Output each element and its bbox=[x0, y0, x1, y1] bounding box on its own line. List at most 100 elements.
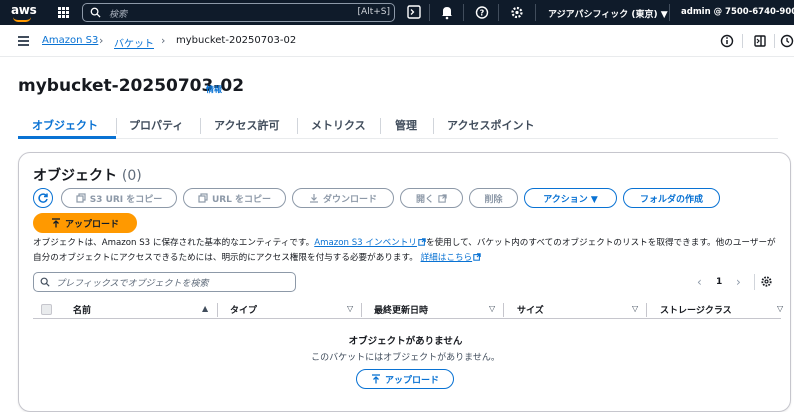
object-filter-input[interactable]: プレフィックスでオブジェクトを検索 bbox=[33, 272, 296, 292]
objects-count: (0) bbox=[121, 168, 142, 184]
download-label: ダウンロード bbox=[322, 194, 377, 205]
copy-icon bbox=[198, 193, 208, 203]
current-page-number[interactable]: 1 bbox=[716, 277, 722, 287]
nav-divider bbox=[429, 4, 430, 21]
column-last-modified[interactable]: 最終更新日時 bbox=[374, 303, 428, 316]
nav-divider bbox=[498, 4, 499, 21]
tab-permissions[interactable]: アクセス許可 bbox=[214, 117, 279, 133]
next-page-button[interactable]: › bbox=[736, 275, 741, 289]
table-settings-icon[interactable] bbox=[760, 275, 773, 288]
tab-divider bbox=[433, 118, 434, 134]
delete-button[interactable]: 削除 bbox=[469, 188, 518, 208]
description-text-1: オブジェクトは、Amazon S3 に保存された基本的なエンティティです。 bbox=[33, 238, 315, 248]
breadcrumb-bar: Amazon S3 › バケット › mybucket-20250703-02 bbox=[0, 25, 794, 57]
objects-heading-label: オブジェクト bbox=[33, 168, 117, 184]
info-circle-icon[interactable] bbox=[719, 33, 735, 49]
tab-properties[interactable]: プロパティ bbox=[129, 117, 183, 133]
upload-icon bbox=[371, 374, 380, 384]
column-divider bbox=[503, 303, 504, 317]
external-link-icon bbox=[418, 238, 426, 246]
tab-metrics[interactable]: メトリクス bbox=[311, 117, 366, 133]
sort-icon[interactable]: ▽ bbox=[489, 304, 495, 313]
copy-s3-uri-button[interactable]: S3 URI をコピー bbox=[61, 188, 177, 208]
learn-more-link[interactable]: 詳細はこちら bbox=[421, 253, 473, 263]
panel-toggle-icon[interactable] bbox=[752, 33, 768, 49]
chevron-right-icon: › bbox=[99, 34, 104, 47]
actions-dropdown[interactable]: アクション ▼ bbox=[524, 188, 617, 208]
upload-icon bbox=[51, 218, 60, 228]
svg-text:?: ? bbox=[480, 8, 485, 17]
gear-icon[interactable] bbox=[507, 3, 527, 22]
sort-ascending-icon[interactable]: ▲ bbox=[202, 304, 208, 313]
bell-icon[interactable] bbox=[437, 3, 457, 22]
breadcrumb-current-bucket: mybucket-20250703-02 bbox=[176, 35, 297, 46]
tab-divider bbox=[380, 118, 381, 134]
objects-description: オブジェクトは、Amazon S3 に保存された基本的なエンティティです。Ama… bbox=[33, 236, 778, 266]
aws-logo[interactable]: aws bbox=[10, 3, 40, 22]
column-storage-class[interactable]: ストレージクラス bbox=[660, 303, 732, 316]
objects-table-header: 名前 ▲ タイプ ▽ 最終更新日時 ▽ サイズ ▽ ストレージクラス ▽ bbox=[33, 301, 783, 319]
nav-divider bbox=[535, 4, 536, 21]
pager-divider bbox=[754, 274, 755, 290]
column-type[interactable]: タイプ bbox=[230, 303, 257, 316]
cloudshell-icon[interactable] bbox=[404, 3, 424, 22]
clock-icon[interactable] bbox=[779, 33, 794, 49]
refresh-icon bbox=[38, 193, 48, 203]
s3-inventory-link[interactable]: Amazon S3 インベントリ bbox=[314, 238, 417, 248]
column-divider bbox=[646, 303, 647, 317]
utility-divider bbox=[742, 34, 743, 48]
create-folder-label: フォルダの作成 bbox=[639, 194, 703, 205]
column-divider bbox=[217, 303, 218, 317]
column-divider bbox=[361, 303, 362, 317]
search-icon bbox=[90, 7, 101, 18]
sort-icon[interactable]: ▽ bbox=[632, 304, 638, 313]
utility-divider bbox=[774, 34, 775, 48]
global-search-input[interactable]: 検索 [Alt+S] bbox=[82, 3, 395, 22]
empty-state-subtitle: このバケットにはオブジェクトがありません。 bbox=[311, 353, 500, 363]
tab-divider bbox=[200, 118, 201, 134]
create-folder-button[interactable]: フォルダの作成 bbox=[623, 188, 720, 208]
services-grid-icon[interactable] bbox=[58, 7, 69, 18]
external-link-icon bbox=[438, 193, 447, 203]
previous-page-button[interactable]: ‹ bbox=[697, 275, 702, 289]
search-shortcut: [Alt+S] bbox=[357, 7, 390, 17]
breadcrumb-buckets[interactable]: バケット bbox=[114, 35, 154, 50]
top-navigation: aws 検索 [Alt+S] ? アジアパシフィック (東京) ▼ admin … bbox=[0, 0, 794, 25]
breadcrumb-amazon-s3[interactable]: Amazon S3 bbox=[42, 35, 98, 46]
select-all-checkbox[interactable] bbox=[41, 304, 52, 315]
info-link[interactable]: 情報 bbox=[206, 84, 222, 95]
account-menu[interactable]: admin @ 7500-6740-9009 ▼ bbox=[681, 7, 794, 17]
copy-s3-uri-label: S3 URI をコピー bbox=[89, 194, 163, 205]
chevron-right-icon: › bbox=[161, 34, 166, 47]
aws-smile-icon bbox=[13, 17, 31, 22]
upload-button[interactable]: アップロード bbox=[33, 213, 137, 233]
nav-divider bbox=[463, 4, 464, 21]
sort-icon[interactable]: ▽ bbox=[347, 304, 353, 313]
open-label: 開く bbox=[415, 194, 434, 205]
search-icon bbox=[40, 277, 50, 287]
tab-objects[interactable]: オブジェクト bbox=[32, 117, 98, 133]
aws-logo-text: aws bbox=[11, 3, 37, 17]
column-size[interactable]: サイズ bbox=[517, 303, 544, 316]
upload-label: アップロード bbox=[64, 219, 119, 230]
tab-access-points[interactable]: アクセスポイント bbox=[447, 117, 534, 133]
copy-icon bbox=[76, 193, 86, 203]
tab-management[interactable]: 管理 bbox=[395, 117, 417, 133]
empty-state-upload-label: アップロード bbox=[384, 375, 439, 386]
refresh-button[interactable] bbox=[33, 188, 53, 208]
actions-label: アクション ▼ bbox=[543, 194, 598, 205]
menu-icon[interactable] bbox=[18, 36, 29, 46]
objects-panel: オブジェクト (0) S3 URI をコピー URL をコピー ダウンロード 開… bbox=[18, 152, 791, 412]
active-tab-indicator bbox=[18, 136, 116, 139]
sort-icon[interactable]: ▽ bbox=[777, 304, 783, 313]
tab-divider bbox=[116, 118, 117, 134]
open-button[interactable]: 開く bbox=[400, 188, 463, 208]
region-selector[interactable]: アジアパシフィック (東京) ▼ bbox=[548, 7, 668, 20]
copy-url-label: URL をコピー bbox=[211, 194, 272, 205]
help-icon[interactable]: ? bbox=[472, 3, 492, 22]
download-button[interactable]: ダウンロード bbox=[292, 188, 394, 208]
empty-state-upload-button[interactable]: アップロード bbox=[356, 369, 454, 389]
column-name[interactable]: 名前 bbox=[73, 303, 91, 316]
copy-url-button[interactable]: URL をコピー bbox=[183, 188, 286, 208]
nav-divider bbox=[669, 4, 670, 21]
